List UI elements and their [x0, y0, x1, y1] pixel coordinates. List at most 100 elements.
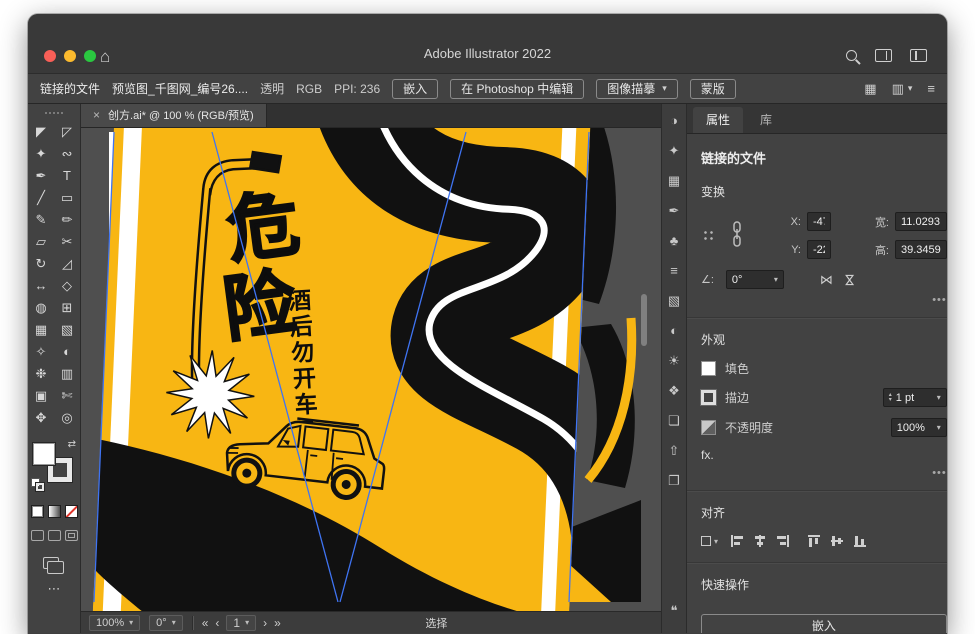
- quick-embed-button[interactable]: 嵌入: [701, 614, 947, 633]
- default-fill-stroke-icon[interactable]: [31, 478, 44, 491]
- edit-in-photoshop-button[interactable]: 在 Photoshop 中编辑: [450, 79, 584, 99]
- image-trace-button[interactable]: 图像描摹 ▾: [596, 79, 678, 99]
- document-tab[interactable]: × 创方.ai* @ 100 % (RGB/预览): [81, 104, 267, 127]
- constrain-proportions-icon[interactable]: [731, 221, 743, 250]
- opacity-dropdown[interactable]: 100% ▾: [891, 418, 947, 437]
- search-icon[interactable]: [846, 50, 857, 61]
- align-left-button[interactable]: [729, 533, 745, 549]
- artboard-number-dropdown[interactable]: 1 ▾: [226, 615, 256, 631]
- flip-vertical-button[interactable]: ⋈: [841, 273, 857, 286]
- mask-button[interactable]: 蒙版: [690, 79, 736, 99]
- stroke-weight-input[interactable]: ▴ ▾ 1 pt ▾: [883, 388, 947, 407]
- first-artboard-button[interactable]: «: [202, 616, 209, 630]
- linked-file-name[interactable]: 预览图_千图网_编号26....: [112, 80, 248, 97]
- graphic-styles-icon[interactable]: ❖: [662, 380, 686, 401]
- document-canvas[interactable]: 危 险 酒后勿开车!: [81, 128, 661, 611]
- appearance-more-options-icon[interactable]: •••: [701, 469, 947, 477]
- arrange-panels-icon[interactable]: [910, 49, 927, 62]
- draw-behind-button[interactable]: [48, 530, 61, 541]
- brushes-icon[interactable]: ✒: [662, 200, 686, 221]
- width-input[interactable]: 11.0293: [895, 212, 947, 231]
- align-horizontal-center-button[interactable]: [752, 533, 768, 549]
- rotate-tool[interactable]: ↻: [28, 253, 54, 274]
- canvas[interactable]: 危 险 酒后勿开车!: [81, 128, 661, 611]
- swatches-icon[interactable]: ▦: [662, 170, 686, 191]
- transform-more-options-icon[interactable]: •••: [701, 296, 947, 304]
- change-screen-mode-icon[interactable]: [43, 557, 59, 569]
- height-input[interactable]: 39.3459: [895, 240, 947, 259]
- line-segment-tool[interactable]: ╱: [28, 187, 54, 208]
- rotation-angle-dropdown[interactable]: 0° ▾: [726, 270, 784, 289]
- flip-horizontal-button[interactable]: ⋈: [820, 272, 833, 288]
- zoom-level-dropdown[interactable]: 100% ▾: [89, 615, 140, 631]
- stroke-color-swatch[interactable]: [701, 390, 716, 405]
- layers-icon[interactable]: ❏: [662, 410, 686, 431]
- shape-builder-tool[interactable]: ◍: [28, 297, 54, 318]
- workspace-switcher-icon[interactable]: [875, 49, 892, 62]
- effects-button[interactable]: fx.: [701, 448, 947, 462]
- edit-toolbar-icon[interactable]: ⋯: [48, 581, 61, 597]
- align-vertical-center-button[interactable]: [829, 533, 845, 549]
- align-top-button[interactable]: [806, 533, 822, 549]
- eyedropper-tool[interactable]: ✧: [28, 341, 54, 362]
- width-tool[interactable]: ↔: [28, 275, 54, 296]
- symbol-sprayer-tool[interactable]: ❉: [28, 363, 54, 384]
- gradient-panel-icon[interactable]: ▧: [662, 290, 686, 311]
- color-fill-button[interactable]: [31, 505, 44, 518]
- perspective-grid-tool[interactable]: ⊞: [54, 297, 80, 318]
- tab-libraries[interactable]: 库: [747, 107, 785, 133]
- draw-normal-button[interactable]: [31, 530, 44, 541]
- selection-tool[interactable]: ◤: [28, 121, 54, 142]
- pen-tool[interactable]: ✒: [28, 165, 54, 186]
- menu-icon[interactable]: ≡: [927, 81, 935, 96]
- fill-color-swatch[interactable]: [701, 361, 716, 376]
- align-to-selection-dropdown[interactable]: ▾: [701, 536, 718, 546]
- type-tool[interactable]: T: [54, 165, 80, 186]
- slice-tool[interactable]: ✄: [54, 385, 80, 406]
- draw-inside-button[interactable]: [65, 530, 78, 541]
- touch-workspace-icon[interactable]: ▦: [864, 81, 876, 97]
- align-bottom-button[interactable]: [852, 533, 868, 549]
- x-input[interactable]: -47.0668: [807, 212, 831, 231]
- swap-fill-stroke-icon[interactable]: ⇄: [68, 439, 76, 450]
- y-input[interactable]: -22.9447: [807, 240, 831, 259]
- column-graph-tool[interactable]: ▥: [54, 363, 80, 384]
- embed-button[interactable]: 嵌入: [392, 79, 438, 99]
- gradient-fill-button[interactable]: [48, 505, 61, 518]
- rotation-dropdown[interactable]: 0° ▾: [149, 615, 183, 631]
- align-right-button[interactable]: [775, 533, 791, 549]
- direct-selection-tool[interactable]: ◸: [54, 121, 80, 142]
- tab-properties[interactable]: 属性: [693, 107, 743, 133]
- magic-wand-tool[interactable]: ✦: [28, 143, 54, 164]
- scale-tool[interactable]: ◿: [54, 253, 80, 274]
- stroke-icon[interactable]: ≡: [662, 260, 686, 281]
- fill-color-swatch[interactable]: [32, 442, 56, 466]
- eraser-tool[interactable]: ▱: [28, 231, 54, 252]
- free-transform-tool[interactable]: ◇: [54, 275, 80, 296]
- transparency-icon[interactable]: ◐: [662, 320, 686, 341]
- arrange-documents-icon[interactable]: ▥ ▾: [892, 81, 913, 97]
- chevron-down-icon[interactable]: ▾: [662, 83, 667, 94]
- next-artboard-button[interactable]: ›: [263, 616, 267, 630]
- appearance-icon[interactable]: ☀: [662, 350, 686, 371]
- artboards-icon[interactable]: ❐: [662, 470, 686, 491]
- none-fill-button[interactable]: [65, 505, 78, 518]
- color-panel-icon[interactable]: ◑: [662, 110, 686, 131]
- reference-point-locator[interactable]: [701, 228, 716, 243]
- zoom-tool[interactable]: ◎: [54, 407, 80, 428]
- last-artboard-button[interactable]: »: [274, 616, 281, 630]
- paintbrush-tool[interactable]: ✎: [28, 209, 54, 230]
- opacity-icon[interactable]: [701, 420, 716, 435]
- comments-icon[interactable]: ❝: [662, 600, 686, 621]
- scissors-tool[interactable]: ✂: [54, 231, 80, 252]
- asset-export-icon[interactable]: ⇧: [662, 440, 686, 461]
- canvas-scrollbar[interactable]: [641, 294, 647, 346]
- rectangle-tool[interactable]: ▭: [54, 187, 80, 208]
- hand-tool[interactable]: ✥: [28, 407, 54, 428]
- gradient-tool[interactable]: ▧: [54, 319, 80, 340]
- artboard-tool[interactable]: ▣: [28, 385, 54, 406]
- lasso-tool[interactable]: ∾: [54, 143, 80, 164]
- blend-tool[interactable]: ◐: [54, 341, 80, 362]
- mesh-tool[interactable]: ▦: [28, 319, 54, 340]
- symbols-icon[interactable]: ♣: [662, 230, 686, 251]
